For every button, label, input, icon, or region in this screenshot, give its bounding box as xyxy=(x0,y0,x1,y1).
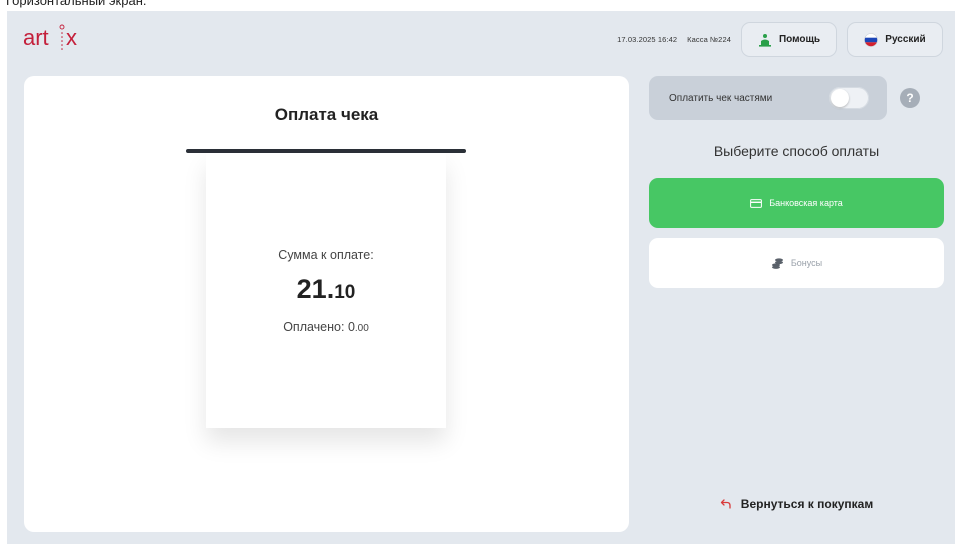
page-title: Оплата чека xyxy=(274,105,379,124)
choose-payment-title: Выберите способ оплаты xyxy=(713,143,880,159)
amount-due-label: Сумма к оплате: xyxy=(278,248,374,262)
help-button[interactable]: Помощь xyxy=(741,22,837,57)
paid-fraction: .00 xyxy=(354,323,369,334)
svg-text:x: x xyxy=(66,25,77,50)
bonuses-label: Бонусы xyxy=(790,258,823,268)
paid-label: Оплачено: xyxy=(283,320,348,334)
split-payment-switch[interactable] xyxy=(829,87,869,109)
paid-integer: 0 xyxy=(347,320,355,334)
coins-icon xyxy=(771,258,783,269)
register-label: Касса №224 xyxy=(687,35,731,44)
bank-card-label: Банковская карта xyxy=(769,198,843,208)
payment-screen: art x 17.03.2025 16:42 Касса №224 Помощь xyxy=(7,11,955,544)
help-label: Помощь xyxy=(778,34,821,45)
amount-due-fraction: 10 xyxy=(334,282,356,303)
back-arrow-icon xyxy=(720,499,731,509)
amount-due-value: 21.10 xyxy=(206,274,446,305)
language-label: Русский xyxy=(885,34,926,45)
top-bar: 17.03.2025 16:42 Касса №224 Помощь Русск… xyxy=(617,22,943,57)
help-person-icon xyxy=(758,33,771,47)
screenshot-caption: Горизонтальный экран. xyxy=(6,0,147,8)
datetime-label: 17.03.2025 16:42 xyxy=(617,35,678,44)
svg-text:art: art xyxy=(23,25,49,50)
split-payment-toggle-row[interactable]: Оплатить чек частями xyxy=(649,76,887,120)
bank-card-button[interactable]: Банковская карта xyxy=(649,178,944,228)
bank-card-icon xyxy=(750,198,763,208)
amount-due-integer: 21 xyxy=(296,274,327,304)
paid-amount: Оплачено: 0.00 xyxy=(206,320,446,334)
russian-flag-icon xyxy=(864,32,879,47)
receipt-torn-edge xyxy=(206,416,446,426)
question-mark-icon[interactable]: ? xyxy=(900,88,920,108)
back-to-shopping-button[interactable]: Вернуться к покупкам xyxy=(649,497,944,511)
receipt-card: Оплата чека Сумма к оплате: 21.10 Оплаче… xyxy=(24,76,629,532)
bonuses-button[interactable]: Бонусы xyxy=(649,238,944,288)
switch-knob xyxy=(831,89,849,107)
artix-logo: art x xyxy=(23,24,77,50)
back-to-shopping-label: Вернуться к покупкам xyxy=(740,497,874,511)
split-payment-label: Оплатить чек частями xyxy=(669,92,773,104)
language-button[interactable]: Русский xyxy=(847,22,943,57)
